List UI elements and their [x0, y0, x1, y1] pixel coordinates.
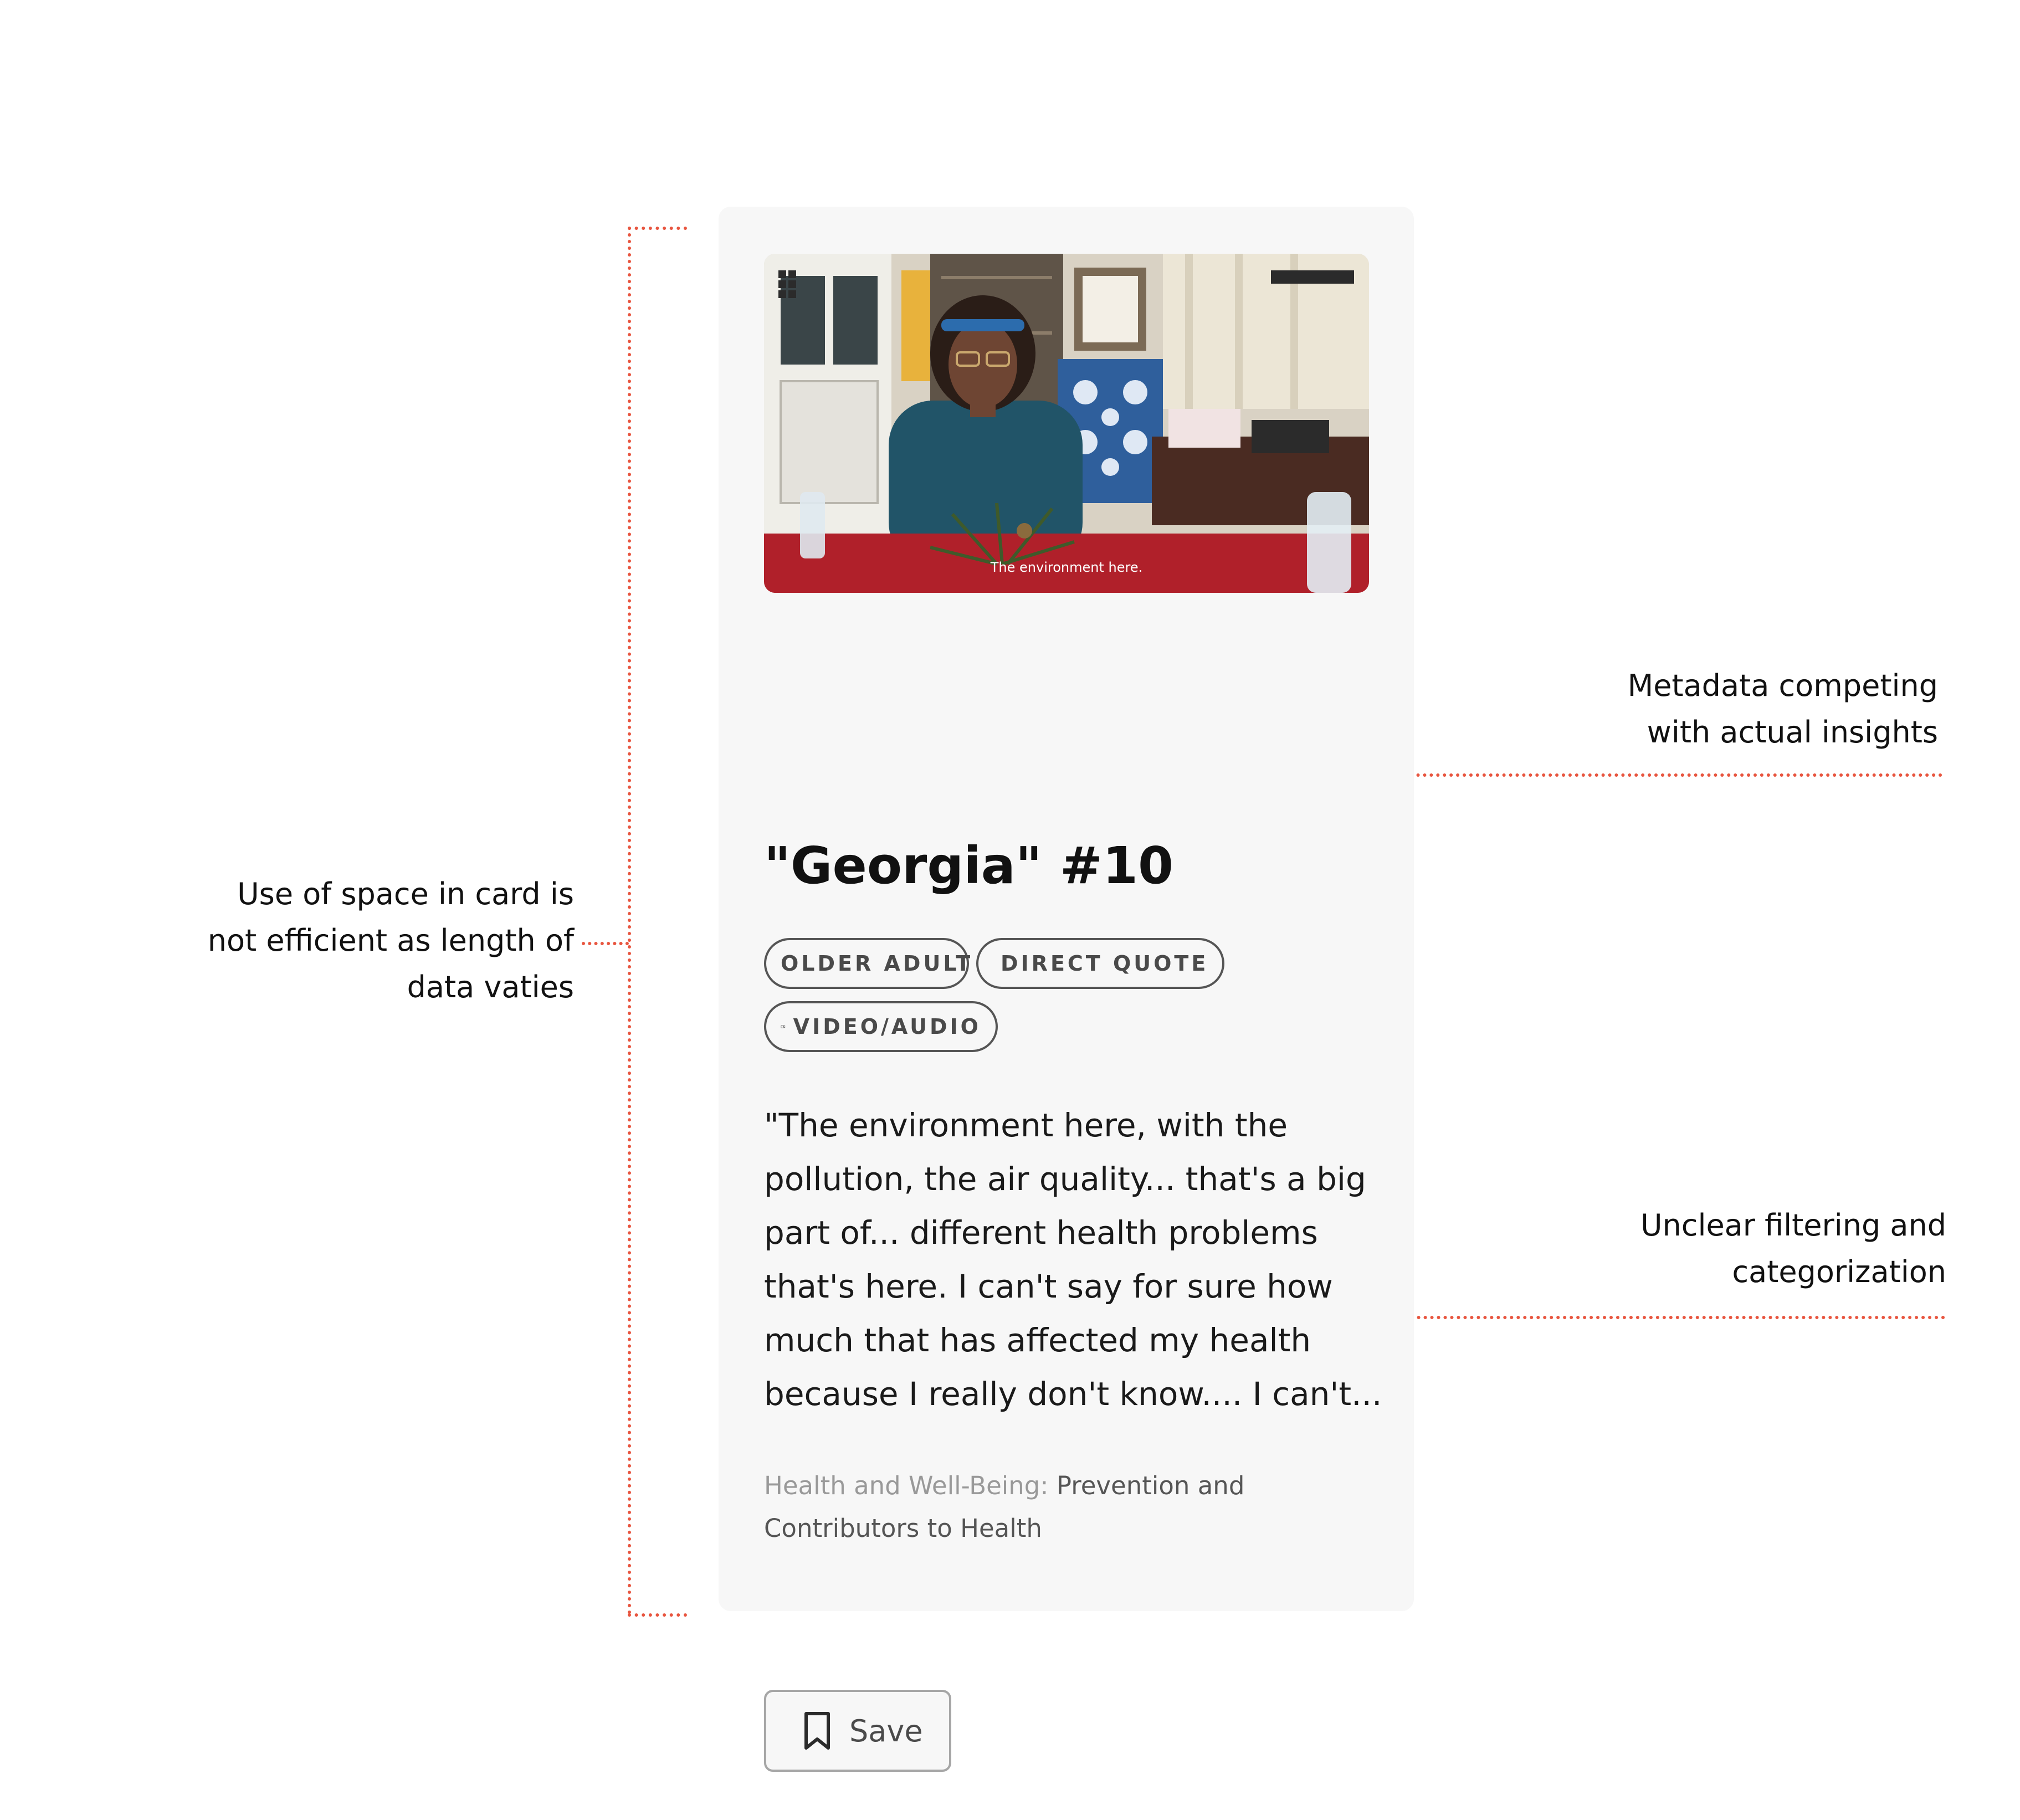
space-annotation: Use of space in card is not efficient as…	[208, 871, 574, 1011]
bookmark-icon	[802, 1711, 833, 1750]
tag-older-adult[interactable]: OLDER ADULT	[764, 938, 970, 989]
bracket-vertical-line	[628, 227, 631, 1615]
insight-card[interactable]: The environment here. "Georgia" #10 OLDE…	[719, 207, 1414, 1772]
quote-line: pollution, the air quality... that's a b…	[764, 1160, 1366, 1198]
metadata-annotation-line: Metadata competing	[1627, 668, 1938, 703]
video-icon	[781, 1016, 786, 1038]
quote-line: that's here. I can't say for sure how	[764, 1268, 1333, 1305]
quote-text: "The environment here, with the pollutio…	[764, 1099, 1382, 1421]
tag-video-audio[interactable]: VIDEO/AUDIO	[764, 1001, 998, 1052]
save-label: Save	[849, 1713, 923, 1749]
filtering-annotation-line: categorization	[1732, 1254, 1946, 1289]
tag-label: VIDEO/AUDIO	[793, 1014, 981, 1039]
category-link[interactable]: Health and Well-Being: Prevention and Co…	[764, 1464, 1318, 1550]
space-annotation-line: not efficient as length of	[207, 923, 574, 958]
video-thumbnail-image	[764, 254, 1369, 593]
filtering-annotation-line: Unclear filtering and	[1640, 1208, 1946, 1243]
quote-line: because I really don't know.... I can't.…	[764, 1375, 1382, 1413]
save-button[interactable]: Save	[764, 1690, 951, 1772]
tag-label: DIRECT QUOTE	[1001, 951, 1209, 976]
metadata-annotation-line: with actual insights	[1647, 715, 1938, 750]
space-annotation-line: Use of space in card is	[237, 876, 574, 911]
quote-line: much that has affected my health	[764, 1321, 1311, 1359]
category-value: Contributors to Health	[764, 1514, 1042, 1543]
bracket-bottom-line	[628, 1613, 687, 1617]
category-label: Health and Well-Being:	[764, 1471, 1049, 1500]
space-annotation-connector	[582, 942, 629, 945]
quote-line: "The environment here, with the	[764, 1106, 1288, 1144]
card-title: "Georgia" #10	[764, 836, 1173, 895]
tag-label: OLDER ADULT	[781, 951, 973, 976]
bracket-top-line	[628, 227, 687, 230]
video-caption: The environment here.	[990, 560, 1143, 575]
video-thumbnail[interactable]: The environment here.	[764, 254, 1369, 593]
filtering-annotation: Unclear filtering and categorization	[1640, 1202, 1946, 1295]
tag-direct-quote[interactable]: DIRECT QUOTE	[976, 938, 1224, 989]
space-annotation-line: data vaties	[407, 970, 574, 1004]
metadata-annotation: Metadata competing with actual insights	[1628, 663, 1938, 756]
category-value: Prevention and	[1056, 1471, 1245, 1500]
quote-line: part of... different health problems	[764, 1214, 1318, 1252]
